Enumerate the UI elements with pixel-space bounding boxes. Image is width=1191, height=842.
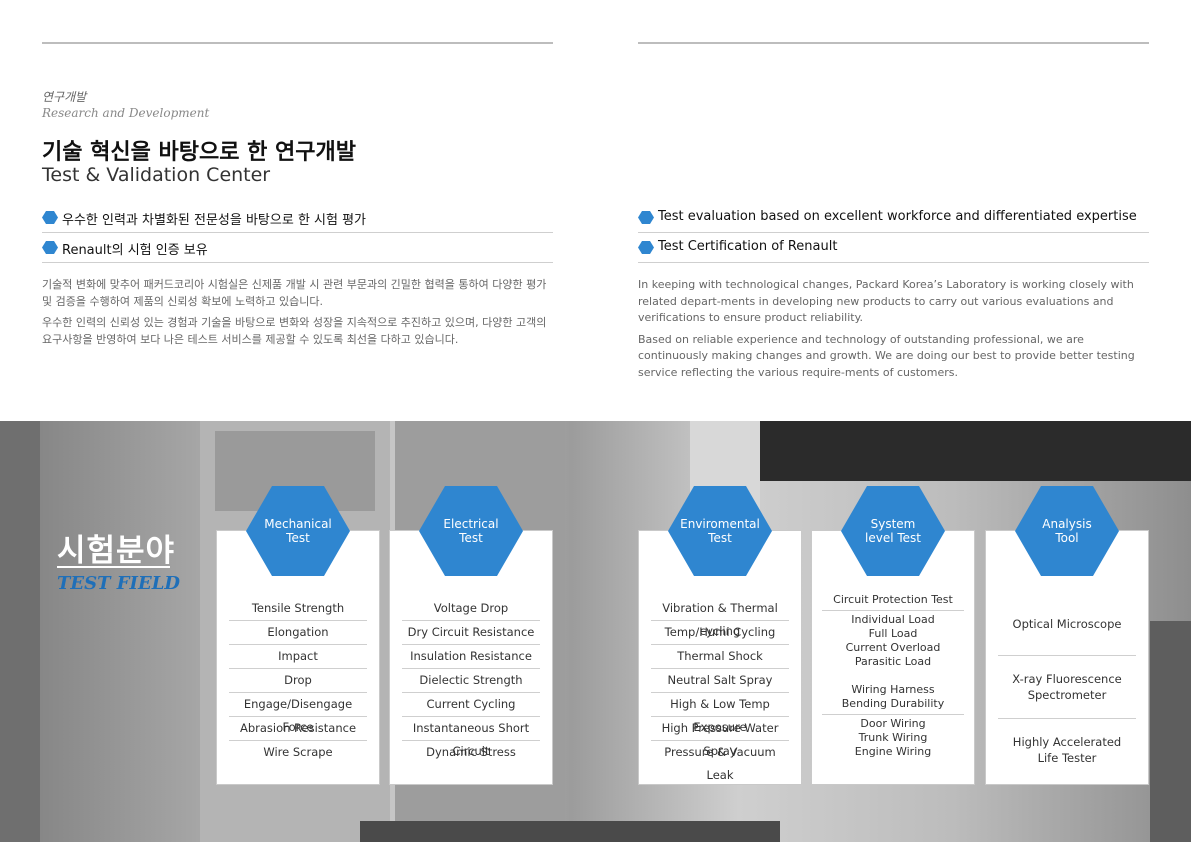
list-item: Abrasion Resistance — [229, 717, 367, 741]
hexagon-bullet-icon — [42, 211, 58, 224]
list-item: Vibration & Thermal cycling — [651, 597, 789, 638]
list-item: Engage/Disengage Force — [229, 693, 367, 734]
section-label-en: Research and Development — [42, 106, 210, 120]
list-item: Impact — [229, 645, 367, 669]
list-item: Neutral Salt Spray — [651, 669, 789, 693]
card-title: Mechanical Test — [264, 517, 332, 545]
list-block: Individual Load Full Load Current Overlo… — [822, 611, 964, 715]
list-item: Insulation Resistance — [402, 645, 540, 669]
list-item: Dielectic Strength — [402, 669, 540, 693]
bullet-en-1: Test evaluation based on excellent workf… — [638, 208, 1149, 233]
card-title: System level Test — [865, 517, 921, 545]
body-text-kr: 기술적 변화에 맞추어 패커드코리아 시험실은 신제품 개발 시 관련 부문과의… — [42, 277, 553, 353]
list-item: Thermal Shock — [651, 645, 789, 669]
photo-panel — [360, 821, 780, 842]
hexagon-bullet-icon — [42, 241, 58, 254]
bullet-en-2: Test Certification of Renault — [638, 238, 1149, 263]
list-item: Dynamic Stress — [426, 745, 516, 759]
card-title: Analysis Tool — [1042, 517, 1092, 545]
list-block: Door Wiring Trunk Wiring Engine Wiring — [854, 717, 932, 758]
paragraph: 우수한 인력의 신뢰성 있는 경험과 기술을 바탕으로 변화와 성장을 지속적으… — [42, 316, 547, 346]
list-item: Temp/Humi Cycling — [651, 621, 789, 645]
list-block: Circuit Protection Test — [822, 591, 964, 611]
paragraph: In keeping with technological changes, P… — [638, 278, 1134, 324]
list-item: Drop — [229, 669, 367, 693]
page-title-kr: 기술 혁신을 바탕으로 한 연구개발 — [42, 140, 356, 165]
list-item: Current Cycling — [402, 693, 540, 717]
test-field-title-kr: 시험분야 — [57, 533, 176, 569]
test-field-divider — [57, 566, 170, 568]
list-item: Voltage Drop — [402, 597, 540, 621]
tool-item: Highly Accelerated Life Tester — [1012, 735, 1122, 765]
card-environmental-test: Enviromental Test Vibration & Thermal cy… — [638, 486, 802, 785]
test-list: Voltage Drop Dry Circuit Resistance Insu… — [402, 597, 540, 764]
bullet-text: Test Certification of Renault — [658, 239, 838, 254]
test-field-title-en: TEST FIELD — [57, 573, 180, 594]
card-system-level-test: System level Test Circuit Protection Tes… — [811, 486, 975, 785]
bullet-kr-1: 우수한 인력과 차별화된 전문성을 바탕으로 한 시험 평가 — [42, 208, 553, 233]
photo-panel — [0, 421, 40, 842]
top-rule-right — [638, 42, 1149, 44]
list-item: Dry Circuit Resistance — [402, 621, 540, 645]
list-item: High Pressure Water Spray — [651, 717, 789, 758]
card-mechanical-test: Mechanical Test Tensile Strength Elongat… — [216, 486, 380, 785]
list-item: Tensile Strength — [229, 597, 367, 621]
test-list: Circuit Protection Test Individual Load … — [822, 591, 964, 762]
photo-panel — [1150, 621, 1191, 842]
photo-panel — [755, 421, 1191, 481]
list-item: Elongation — [229, 621, 367, 645]
page-title-en: Test & Validation Center — [42, 164, 271, 186]
bullet-kr-2: Renault의 시험 인증 보유 — [42, 238, 553, 263]
card-electrical-test: Electrical Test Voltage Drop Dry Circuit… — [389, 486, 553, 785]
card-analysis-tool: Analysis Tool Optical Microscope X-ray F… — [985, 486, 1149, 785]
bullet-text: Test evaluation based on excellent workf… — [658, 209, 1137, 224]
tool-list: Optical Microscope X-ray Fluorescence Sp… — [998, 593, 1136, 781]
paragraph: Based on reliable experience and technol… — [638, 332, 1135, 379]
list-item: Instantaneous Short Circuit — [402, 717, 540, 758]
card-title: Electrical Test — [443, 517, 499, 545]
paragraph: 기술적 변화에 맞추어 패커드코리아 시험실은 신제품 개발 시 관련 부문과의… — [42, 278, 547, 308]
list-item: Wire Scrape — [263, 745, 333, 759]
test-list: Tensile Strength Elongation Impact Drop … — [229, 597, 367, 764]
bullet-text: Renault의 시험 인증 보유 — [62, 243, 208, 258]
card-title: Enviromental Test — [680, 517, 760, 545]
tool-item: Optical Microscope — [998, 593, 1136, 656]
top-rule-left — [42, 42, 553, 44]
hexagon-bullet-icon — [638, 211, 654, 224]
hexagon-bullet-icon — [638, 241, 654, 254]
tool-item: X-ray Fluorescence Spectrometer — [998, 656, 1136, 719]
body-text-en: In keeping with technological changes, P… — [638, 277, 1149, 386]
list-item: Pressure & Vacuum Leak — [664, 745, 776, 782]
bullet-text: 우수한 인력과 차별화된 전문성을 바탕으로 한 시험 평가 — [62, 213, 367, 228]
test-list: Vibration & Thermal cycling Temp/Humi Cy… — [651, 597, 789, 782]
list-item: High & Low Temp Exposure — [651, 693, 789, 734]
section-label-kr: 연구개발 — [42, 90, 87, 104]
